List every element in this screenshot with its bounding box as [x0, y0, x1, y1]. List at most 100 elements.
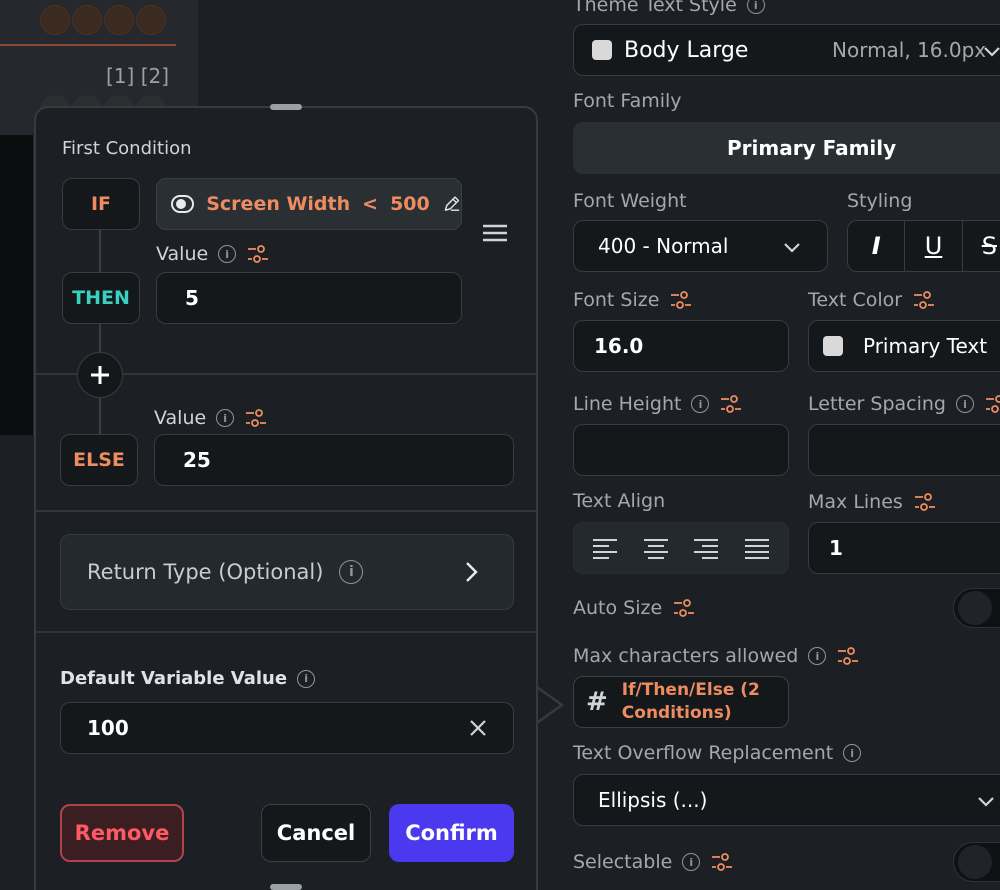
confirm-button[interactable]: Confirm	[389, 804, 514, 862]
cancel-button[interactable]: Cancel	[261, 804, 371, 862]
section-divider	[36, 510, 536, 512]
align-right-icon[interactable]	[692, 536, 720, 560]
default-value-input[interactable]: 100	[60, 702, 514, 754]
font-weight-select[interactable]: 400 - Normal	[573, 220, 828, 272]
text-color-label: Text Color	[808, 288, 936, 312]
then-value-input[interactable]: 5	[156, 272, 462, 324]
section-divider	[36, 631, 536, 633]
info-icon[interactable]: i	[691, 395, 710, 413]
info-icon[interactable]: i	[339, 560, 364, 584]
letter-spacing-input[interactable]	[808, 424, 1000, 476]
max-characters-value-chip[interactable]: # If/Then/Else (2 Conditions)	[573, 676, 789, 728]
reorder-menu-icon[interactable]	[481, 221, 509, 245]
variable-icon[interactable]	[912, 288, 936, 312]
variable-icon[interactable]	[246, 242, 270, 266]
edit-pencil-icon[interactable]	[442, 190, 461, 218]
avatar	[136, 5, 166, 35]
info-icon[interactable]: i	[297, 669, 316, 688]
drag-handle[interactable]	[270, 884, 302, 890]
toggle-knob	[958, 845, 992, 879]
connector-line	[99, 398, 101, 436]
variable-icon[interactable]	[244, 406, 268, 430]
condition-chip[interactable]: Screen Width < 500	[156, 178, 462, 230]
theme-text-style-label: Theme Text Style i	[573, 0, 765, 16]
chevron-down-icon	[784, 243, 800, 253]
font-family-label: Font Family	[573, 90, 682, 112]
variable-icon[interactable]	[710, 850, 734, 874]
first-condition-label: First Condition	[62, 138, 192, 159]
popover-pointer-inner	[536, 688, 560, 722]
add-condition-button[interactable]	[77, 352, 123, 398]
max-lines-input[interactable]: 1	[808, 522, 1000, 574]
toggle-icon	[171, 195, 195, 213]
toggle-knob	[958, 591, 992, 625]
max-characters-label: Max characters allowed i	[573, 644, 860, 668]
auto-size-label: Auto Size	[573, 596, 696, 620]
text-align-label: Text Align	[573, 490, 666, 512]
else-value-label: Value i	[154, 406, 268, 430]
font-family-button[interactable]: Primary Family	[573, 122, 1000, 174]
info-icon[interactable]: i	[808, 647, 827, 665]
variable-icon[interactable]	[984, 392, 1000, 416]
conditional-value-dialog: First Condition IF Screen Width < 500 Va…	[34, 104, 538, 890]
variable-icon[interactable]	[913, 490, 937, 514]
then-value-label: Value i	[156, 242, 270, 266]
chevron-down-icon	[984, 47, 1000, 57]
drag-handle[interactable]	[270, 104, 302, 110]
italic-button[interactable]: I	[848, 221, 906, 271]
color-swatch	[823, 336, 843, 356]
selection-line	[0, 44, 176, 46]
pager-text: [1] [2]	[106, 64, 170, 88]
chevron-right-icon	[466, 562, 478, 582]
text-overflow-select[interactable]: Ellipsis (...)	[573, 774, 1000, 826]
font-size-input[interactable]: 16.0	[573, 320, 789, 372]
return-type-row[interactable]: Return Type (Optional) i	[60, 534, 514, 610]
variable-icon[interactable]	[836, 644, 860, 668]
variable-icon[interactable]	[672, 596, 696, 620]
selectable-toggle[interactable]	[953, 842, 1000, 882]
info-icon[interactable]: i	[843, 744, 862, 762]
selectable-label: Selectable i	[573, 850, 734, 874]
else-value-input[interactable]: 25	[154, 434, 514, 486]
max-lines-label: Max Lines	[808, 490, 937, 514]
align-justify-icon[interactable]	[743, 536, 771, 560]
clear-icon[interactable]	[469, 719, 487, 737]
align-left-icon[interactable]	[591, 536, 619, 560]
text-color-picker[interactable]: Primary Text	[808, 320, 1000, 372]
avatar	[40, 5, 70, 35]
if-badge: IF	[62, 178, 140, 230]
underline-button[interactable]: U	[905, 221, 963, 271]
avatar-row	[40, 5, 166, 35]
info-icon[interactable]: i	[746, 0, 765, 14]
styling-label: Styling	[847, 190, 913, 212]
then-badge: THEN	[62, 272, 140, 324]
line-height-label: Line Height i	[573, 392, 743, 416]
avatar	[72, 5, 102, 35]
letter-spacing-label: Letter Spacing i	[808, 392, 1000, 416]
info-icon[interactable]: i	[955, 395, 974, 413]
font-size-label: Font Size	[573, 288, 693, 312]
avatar	[104, 5, 134, 35]
line-height-input[interactable]	[573, 424, 789, 476]
variable-icon[interactable]	[719, 392, 743, 416]
default-value-label: Default Variable Value i	[60, 668, 316, 689]
auto-size-toggle[interactable]	[953, 588, 1000, 628]
info-icon[interactable]: i	[216, 409, 235, 427]
connector-line	[99, 230, 101, 272]
variable-icon[interactable]	[669, 288, 693, 312]
styling-buttons: I U S	[847, 220, 1000, 272]
strikethrough-button[interactable]: S	[963, 221, 1000, 271]
text-overflow-label: Text Overflow Replacement i	[573, 742, 862, 764]
align-center-icon[interactable]	[642, 536, 670, 560]
else-badge: ELSE	[60, 434, 138, 486]
chevron-down-icon	[978, 797, 994, 807]
theme-text-style-select[interactable]: Body Large Normal, 16.0px	[573, 24, 1000, 76]
plus-icon	[91, 366, 109, 384]
text-align-group	[573, 522, 789, 574]
style-swatch	[592, 40, 612, 60]
canvas-widget-dark	[0, 135, 33, 435]
info-icon[interactable]: i	[682, 853, 701, 871]
hash-icon: #	[586, 687, 608, 717]
remove-button[interactable]: Remove	[60, 804, 184, 862]
info-icon[interactable]: i	[218, 245, 237, 263]
